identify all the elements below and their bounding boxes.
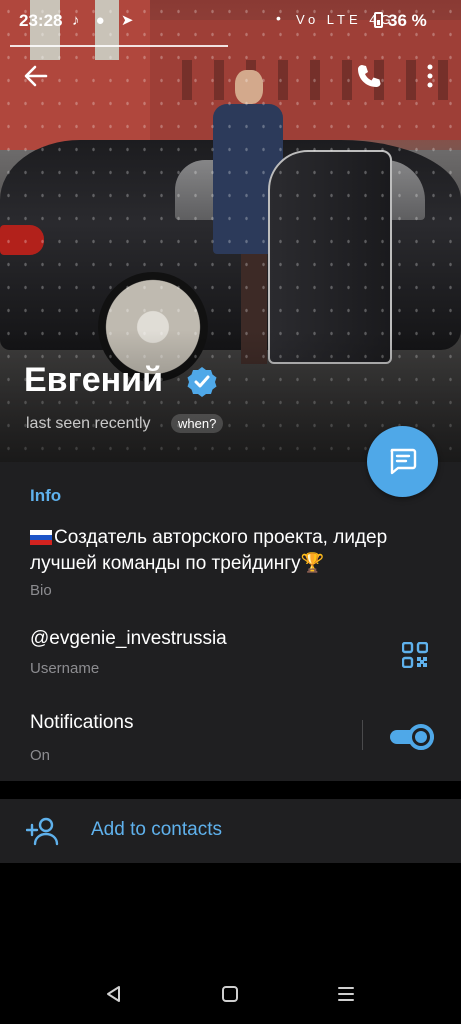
status-dot-icon: •	[276, 10, 281, 26]
profile-name: Евгений	[24, 361, 163, 399]
status-bar: 23:28 ♪ ● ➤ • Vo LTE 4G 36 %	[0, 0, 461, 40]
nav-back-icon[interactable]	[104, 984, 124, 1004]
username-label: Username	[30, 660, 100, 677]
message-icon	[390, 448, 417, 475]
toggle-knob	[408, 724, 434, 750]
when-link[interactable]: when?	[171, 414, 224, 433]
message-button[interactable]	[367, 426, 438, 497]
info-panel: Info Создатель авторского проекта, лидер…	[0, 462, 461, 781]
phone-icon[interactable]	[355, 62, 383, 90]
info-section-title: Info	[30, 486, 62, 505]
more-vertical-icon[interactable]	[420, 62, 440, 90]
story-progress-bar	[10, 45, 228, 47]
nav-menu-icon[interactable]	[336, 984, 356, 1004]
qr-code-icon[interactable]	[402, 642, 428, 668]
add-to-contacts-row[interactable]: Add to contacts	[0, 799, 461, 863]
nav-home-icon[interactable]	[220, 984, 240, 1004]
back-arrow-icon[interactable]	[22, 62, 50, 90]
notifications-value: On	[30, 747, 51, 764]
russian-flag-icon	[30, 530, 52, 545]
verified-badge-icon	[187, 367, 217, 397]
add-person-icon	[26, 817, 59, 846]
status-time: 23:28	[19, 11, 63, 30]
bio-content: Создатель авторского проекта, лидер лучш…	[30, 527, 388, 574]
system-nav-bar	[0, 964, 461, 1024]
status-app-icons: ♪ ● ➤	[72, 12, 140, 29]
notifications-divider	[362, 720, 363, 750]
bio-label: Bio	[30, 582, 52, 599]
notifications-toggle[interactable]	[390, 724, 434, 750]
last-seen-status: last seen recently	[26, 415, 151, 432]
trophy-icon: 🏆	[300, 553, 325, 574]
username-value[interactable]: @evgenie_investrussia	[30, 628, 227, 650]
status-battery-percent: 36 %	[388, 11, 427, 30]
notifications-title[interactable]: Notifications	[30, 712, 134, 734]
bio-text[interactable]: Создатель авторского проекта, лидер лучш…	[30, 525, 430, 577]
add-to-contacts-label: Add to contacts	[91, 819, 222, 840]
battery-icon	[374, 12, 383, 28]
